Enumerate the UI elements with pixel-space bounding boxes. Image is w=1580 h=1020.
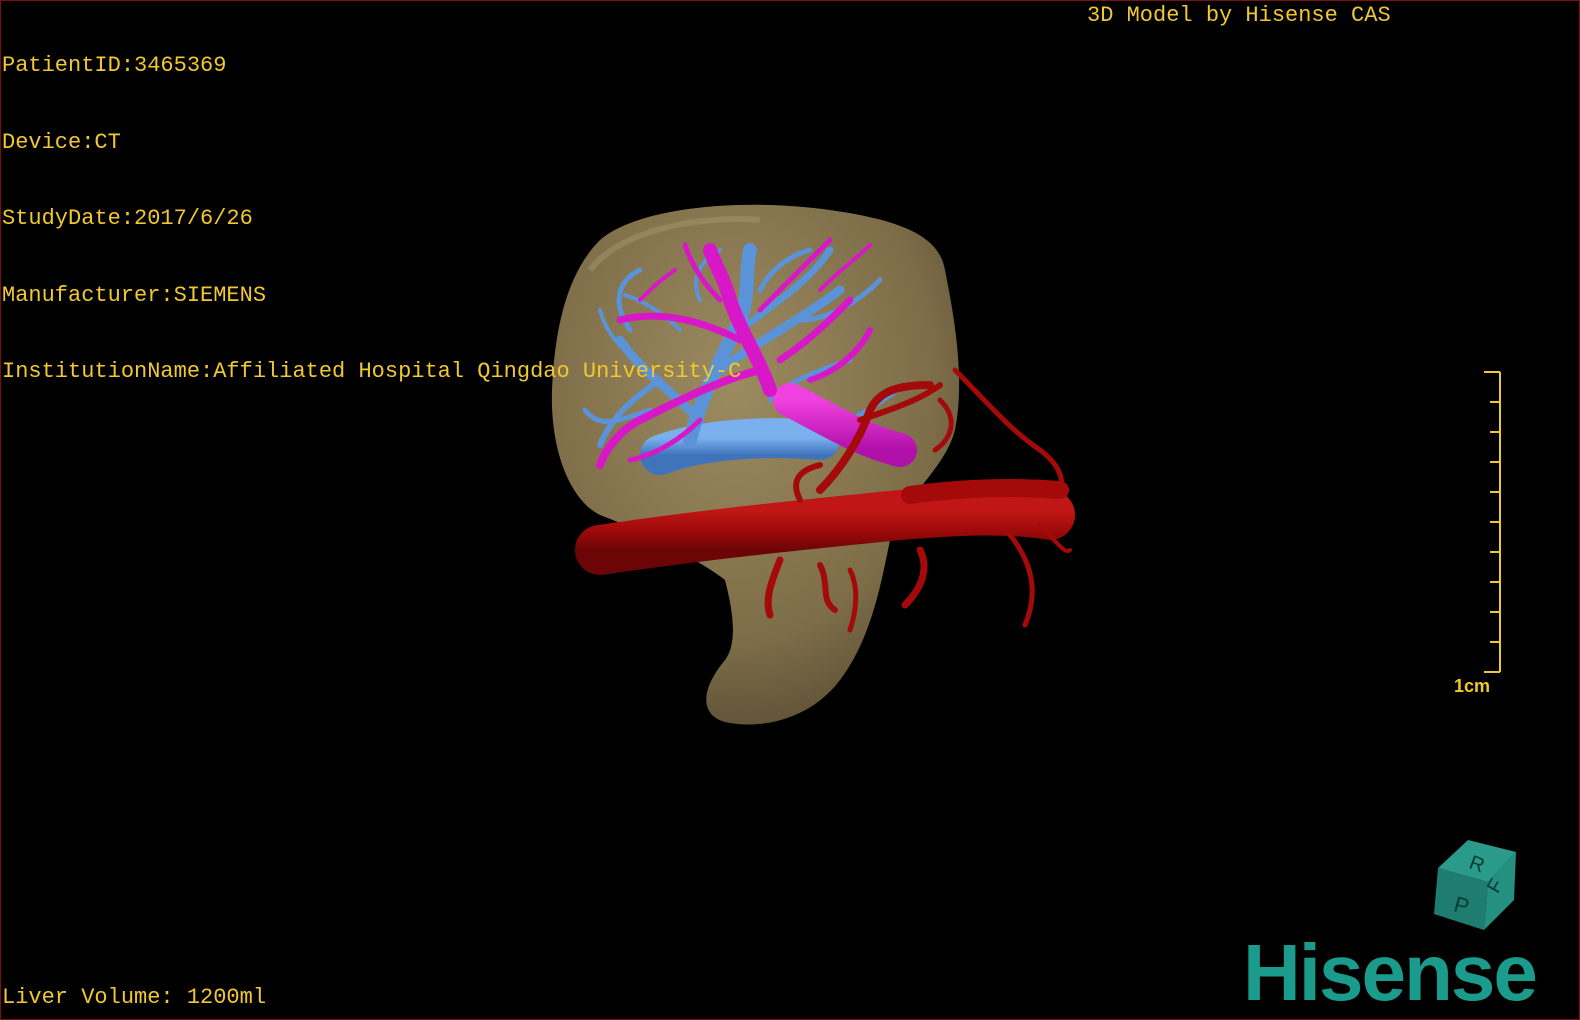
device-text: Device:CT (2, 129, 121, 155)
study-date-text: StudyDate:2017/6/26 (2, 206, 253, 231)
hisense-logo: Hisense (1243, 928, 1538, 1017)
manufacturer-text: Manufacturer:SIEMENS (2, 282, 267, 308)
scale-bar-label: 1cm (1454, 676, 1491, 696)
scale-bar (1484, 371, 1501, 673)
orientation-cube[interactable]: R F P (1418, 830, 1528, 940)
study-info-overlay: PatientID:3465369 Device:CT StudyDate:20… (2, 2, 741, 410)
model-credit-text: 3D Model by Hisense CAS (1087, 3, 1391, 28)
institution-text: InstitutionName:Affiliated Hospital Qing… (2, 359, 742, 384)
patient-id-text: PatientID:3465369 (2, 53, 227, 78)
liver-volume-text: Liver Volume: 1200ml (2, 985, 267, 1010)
